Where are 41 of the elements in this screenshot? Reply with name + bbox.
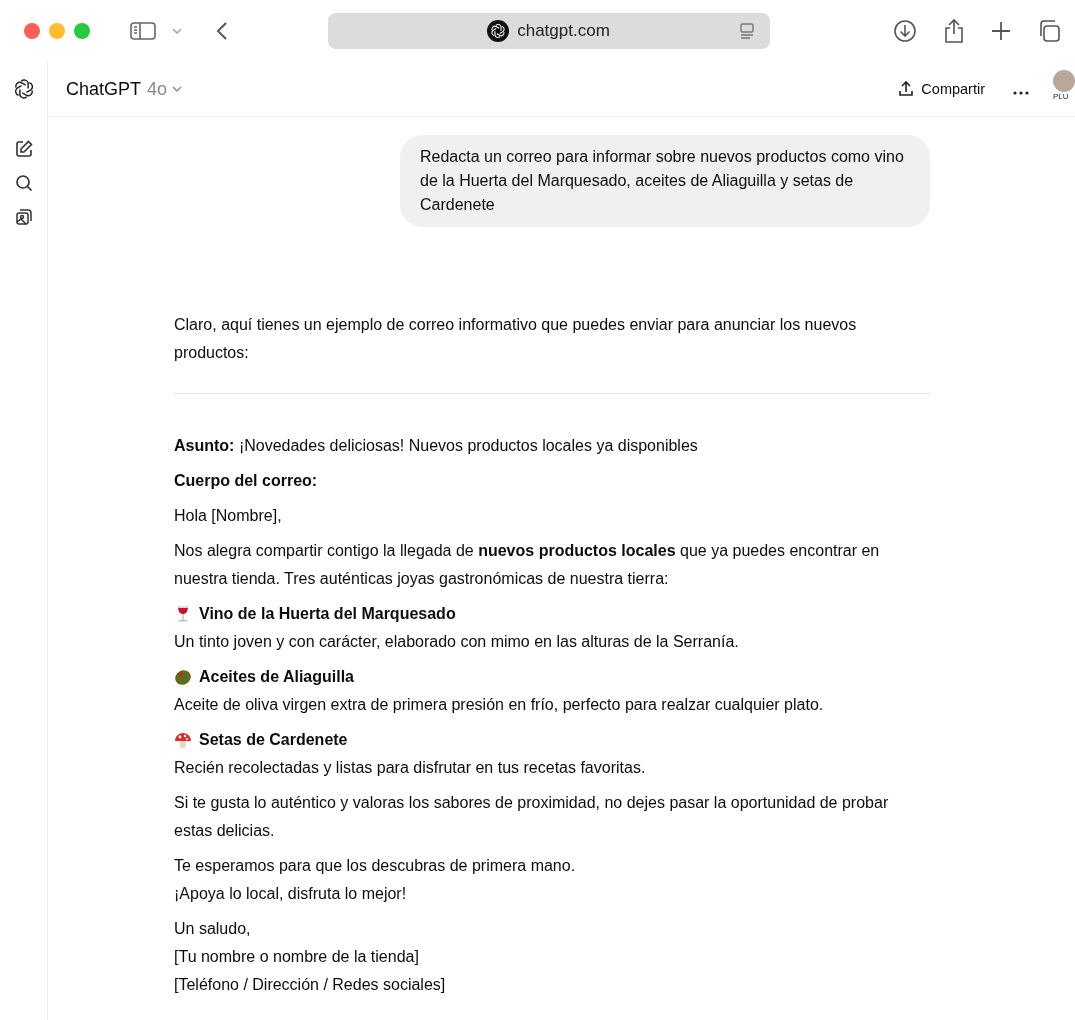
more-icon	[1013, 90, 1029, 95]
mushroom-icon	[174, 731, 192, 749]
images-icon[interactable]	[14, 208, 33, 226]
email-paragraph: Si te gusta lo auténtico y valoras los sabores de proximidad, no dejes pasar la oportunidad de probar estas delicias.	[174, 793, 890, 841]
plus-icon[interactable]	[991, 21, 1011, 41]
tabs-icon[interactable]	[1037, 19, 1061, 43]
email-paragraph: Asunto: ¡Novedades deliciosas! Nuevos productos locales ya disponibles	[174, 436, 699, 456]
back-icon[interactable]	[216, 21, 228, 41]
close-button[interactable]	[24, 23, 40, 39]
share-icon[interactable]	[943, 18, 965, 44]
share-button[interactable]: Compartir	[892, 77, 991, 101]
plan-label: PLU	[1053, 92, 1069, 101]
product-title: Aceites de Aliaguilla	[199, 667, 354, 687]
search-icon[interactable]	[14, 174, 33, 192]
assistant-intro: Claro, aquí tienes un ejemplo de correo informativo que puedes enviar para anunciar los nuevos productos:	[174, 315, 858, 363]
product-description: Aceite de oliva virgen extra de primera presión en frío, perfecto para realzar cualquier plato.	[174, 695, 825, 715]
chevron-down-icon[interactable]	[172, 85, 183, 93]
product-title: Vino de la Huerta del Marquesado	[199, 604, 456, 624]
site-logo-icon[interactable]	[490, 23, 507, 39]
email-line: [Tu nombre o nombre de la tienda]	[174, 947, 420, 967]
product-description: Un tinto joven y con carácter, elaborado con mimo en las alturas de la Serranía.	[174, 632, 740, 652]
olive-icon	[174, 668, 192, 686]
sidebar-icon[interactable]	[130, 21, 156, 41]
product-description: Recién recolectadas y listas para disfrutar en tus recetas favoritas.	[174, 758, 647, 778]
user-message: Redacta un correo para informar sobre nuevos productos como vino de la Huerta del Marquesado, aceites de Aliaguilla y setas de Cardenete	[400, 135, 930, 227]
upload-icon	[898, 81, 915, 97]
email-paragraph: Hola [Nombre],	[174, 506, 283, 526]
email-line: Un saludo,	[174, 919, 252, 939]
app-title[interactable]: ChatGPT	[66, 78, 142, 100]
app-logo-icon[interactable]	[12, 78, 35, 100]
download-icon[interactable]	[893, 19, 917, 43]
address-bar[interactable]: chatgpt.com	[327, 13, 770, 49]
new-chat-icon[interactable]	[14, 140, 33, 158]
email-line: ¡Apoya lo local, disfruta lo mejor!	[174, 884, 408, 904]
model-selector[interactable]: 4o	[147, 78, 168, 100]
email-line: [Teléfono / Dirección / Redes sociales]	[174, 975, 447, 995]
url-text: chatgpt.com	[517, 21, 610, 41]
product-title: Setas de Cardenete	[199, 730, 348, 750]
email-section-heading: Cuerpo del correo:	[174, 471, 319, 491]
email-paragraph: Nos alegra compartir contigo la llegada de nuevos productos locales que ya puedes encontrar en nuestra tienda. Tres auténticas joyas gastronómicas de nuestra tierra:	[174, 541, 881, 589]
email-line: Te esperamos para que los descubras de primera mano.	[174, 856, 577, 876]
